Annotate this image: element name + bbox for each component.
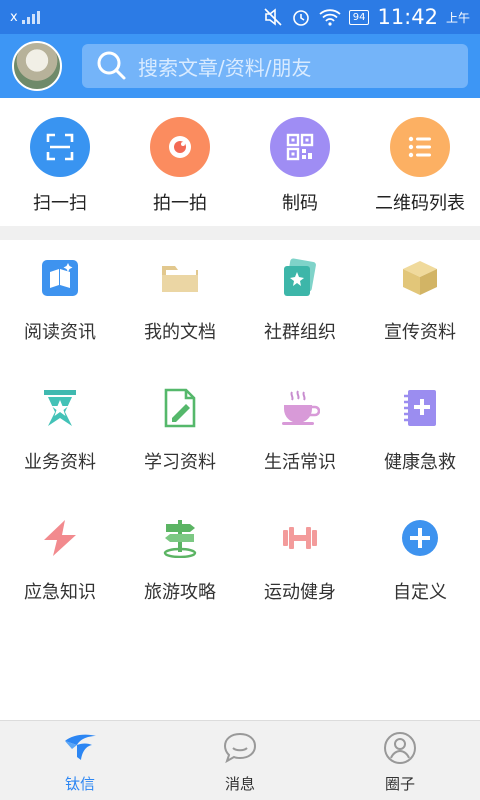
status-bar: x 94 11:42 上午: [0, 0, 480, 34]
bottom-tab-bar: 钛信 消息 圈子: [0, 720, 480, 800]
grid-item-label: 旅游攻略: [144, 582, 216, 603]
tab-circle[interactable]: 圈子: [320, 721, 480, 800]
signal-area: x: [10, 10, 48, 25]
tab-messages[interactable]: 消息: [160, 721, 320, 800]
grid-item-label: 社群组织: [264, 322, 336, 343]
coffee-icon: [282, 390, 320, 425]
community-icon: [284, 258, 316, 296]
grid-item-study[interactable]: 学习资料: [120, 370, 240, 500]
scan-button[interactable]: 扫一扫: [0, 98, 120, 226]
business-icon: [44, 390, 76, 426]
clock-time: 11:42: [377, 5, 438, 29]
photo-button[interactable]: 拍一拍: [120, 98, 240, 226]
grid-item-label: 阅读资讯: [24, 322, 96, 343]
list-icon: [390, 117, 450, 177]
reading-icon: [42, 260, 78, 296]
scan-label: 扫一扫: [33, 193, 87, 214]
photo-label: 拍一拍: [153, 193, 207, 214]
grid-item-label: 宣传资料: [384, 322, 456, 343]
grid-item-emergency[interactable]: 应急知识: [0, 500, 120, 630]
app-header: 搜索文章/资料/朋友: [0, 34, 480, 98]
tab-taixin[interactable]: 钛信: [0, 721, 160, 800]
carrier-label: x: [10, 9, 18, 25]
grid-item-travel[interactable]: 旅游攻略: [120, 500, 240, 630]
lightning-icon: [44, 520, 76, 556]
profile-icon: [384, 732, 416, 764]
make-code-button[interactable]: 制码: [240, 98, 360, 226]
grid-item-label: 健康急救: [384, 452, 456, 473]
make-code-label: 制码: [282, 193, 318, 214]
grid-item-fitness[interactable]: 运动健身: [240, 500, 360, 630]
search-icon: [97, 51, 126, 80]
dumbbell-icon: [283, 527, 317, 549]
grid-item-documents[interactable]: 我的文档: [120, 240, 240, 370]
add-icon: [402, 520, 438, 556]
qrcode-list-label: 二维码列表: [375, 193, 465, 214]
grid-item-label: 应急知识: [24, 582, 96, 603]
tab-label: 消息: [224, 775, 255, 793]
quick-actions: 扫一扫 拍一拍 制码 二维码列表: [0, 98, 480, 226]
signal-icon: [21, 11, 40, 24]
grid-item-custom[interactable]: 自定义: [360, 500, 480, 630]
grid-item-label: 我的文档: [144, 322, 216, 343]
qrcode-list-button[interactable]: 二维码列表: [360, 98, 480, 226]
grid-item-label: 自定义: [393, 582, 447, 603]
study-icon: [164, 388, 196, 428]
grid-item-label: 运动健身: [264, 582, 336, 603]
grid-item-label: 生活常识: [264, 452, 336, 473]
taixin-logo-icon: [65, 734, 96, 760]
grid-item-life-tips[interactable]: 生活常识: [240, 370, 360, 500]
search-placeholder: 搜索文章/资料/朋友: [138, 55, 312, 80]
search-input[interactable]: 搜索文章/资料/朋友: [82, 44, 468, 88]
alarm-icon: [292, 10, 309, 26]
mute-icon: [264, 8, 282, 26]
grid-item-reading[interactable]: 阅读资讯: [0, 240, 120, 370]
avatar[interactable]: [12, 41, 62, 91]
status-right: 94 11:42 上午: [263, 5, 470, 29]
grid-item-promotion[interactable]: 宣传资料: [360, 240, 480, 370]
section-divider: [0, 226, 480, 240]
grid-item-first-aid[interactable]: 健康急救: [360, 370, 480, 500]
qrcode-icon: [270, 117, 330, 177]
box-icon: [403, 261, 437, 295]
first-aid-icon: [404, 390, 436, 426]
grid-item-label: 学习资料: [144, 452, 216, 473]
grid-item-business[interactable]: 业务资料: [0, 370, 120, 500]
folder-icon: [162, 266, 198, 292]
battery-indicator: 94: [348, 9, 370, 25]
grid-item-label: 业务资料: [24, 452, 96, 473]
chat-icon: [223, 732, 257, 764]
tab-label: 钛信: [64, 775, 95, 793]
scan-icon: [30, 117, 90, 177]
grid-item-community[interactable]: 社群组织: [240, 240, 360, 370]
camera-icon: [150, 117, 210, 177]
feature-grid: 阅读资讯 我的文档 社群组织 宣传资料 业务资料 学习资料 生活常识 健康急救 …: [0, 240, 480, 630]
tab-label: 圈子: [384, 775, 415, 793]
clock-ampm: 上午: [445, 10, 470, 25]
signpost-icon: [163, 520, 197, 558]
wifi-icon: [319, 9, 341, 26]
